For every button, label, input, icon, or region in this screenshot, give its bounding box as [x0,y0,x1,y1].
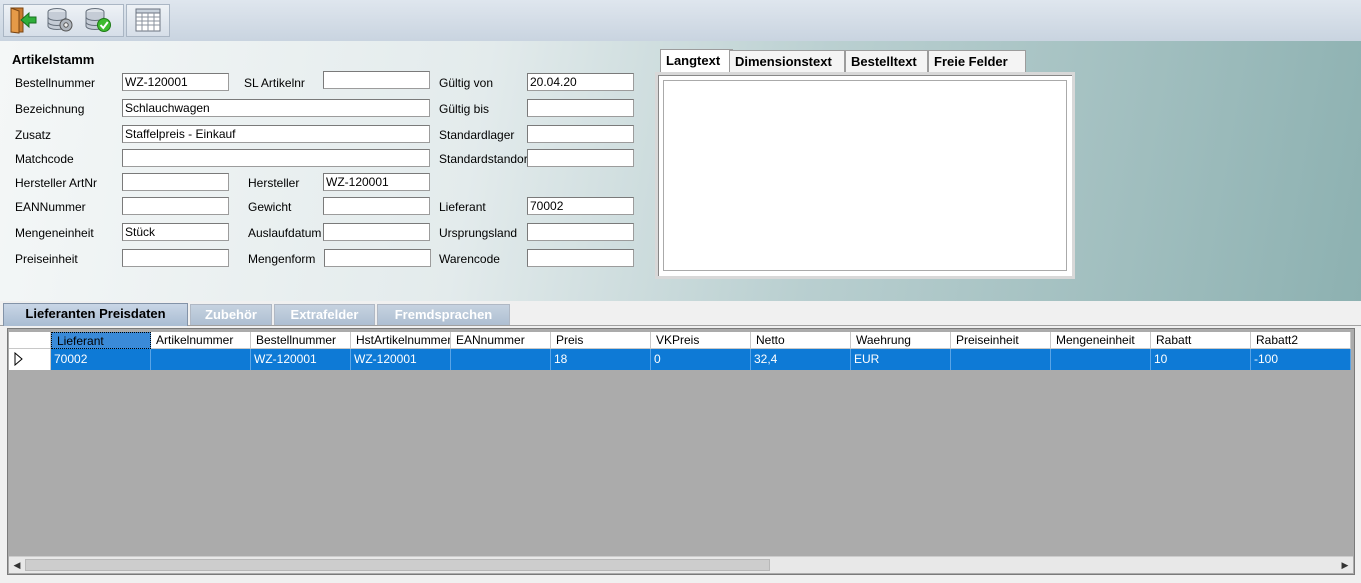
eannummer-field[interactable] [122,197,229,215]
column-header-rabatt2[interactable]: Rabatt2 [1251,332,1351,349]
auslaufdatum-field[interactable] [323,223,430,241]
hersteller-artnr-label: Hersteller ArtNr [15,176,98,190]
matchcode-label: Matchcode [15,152,74,166]
warencode-field[interactable] [527,249,634,267]
column-header-hstartikelnummer[interactable]: HstArtikelnummer [351,332,451,349]
cell-lieferant[interactable]: 70002 [51,349,151,370]
horizontal-scrollbar[interactable]: ◀ ▶ [9,556,1353,573]
bestellnummer-label: Bestellnummer [15,76,96,90]
sl-artikelnr-field[interactable] [323,71,430,89]
column-header-preiseinheit[interactable]: Preiseinheit [951,332,1051,349]
text-tab-panel: Langtext Dimensionstext Bestelltext Frei… [655,49,1075,279]
artikelstamm-panel: Artikelstamm Bestellnummer Bezeichnung Z… [0,41,1361,301]
scroll-left-icon[interactable]: ◀ [9,557,25,573]
cell-mengeneinheit[interactable] [1051,349,1151,370]
cell-preis[interactable]: 18 [551,349,651,370]
column-header-mengeneinheit[interactable]: Mengeneinheit [1051,332,1151,349]
langtext-textarea[interactable] [663,80,1067,271]
column-header-eannummer[interactable]: EANnummer [451,332,551,349]
hersteller-field[interactable]: WZ-120001 [323,173,430,191]
section-title: Artikelstamm [12,52,95,67]
column-header-netto[interactable]: Netto [751,332,851,349]
gueltig-von-field[interactable]: 20.04.20 [527,73,634,91]
mengenform-field[interactable] [324,249,431,267]
lieferant-label: Lieferant [439,200,486,214]
matchcode-field[interactable] [122,149,430,167]
hersteller-label: Hersteller [248,176,300,190]
ursprungsland-label: Ursprungsland [439,226,518,240]
standardlager-label: Standardlager [439,128,515,142]
bezeichnung-label: Bezeichnung [15,102,85,116]
mengeneinheit-field[interactable]: Stück [122,223,229,241]
column-header-waehrung[interactable]: Waehrung [851,332,951,349]
tab-freie-felder[interactable]: Freie Felder [928,50,1026,73]
row-pointer-icon [14,352,23,366]
gueltig-bis-label: Gültig bis [439,102,490,116]
tab-zubehoer[interactable]: Zubehör [190,304,272,325]
scroll-right-icon[interactable]: ▶ [1337,557,1353,573]
column-header-rabatt[interactable]: Rabatt [1151,332,1251,349]
sl-artikelnr-label: SL Artikelnr [244,76,305,90]
database-settings-icon [45,6,75,37]
cell-preiseinheit[interactable] [951,349,1051,370]
cell-vkpreis[interactable]: 0 [651,349,751,370]
zusatz-label: Zusatz [15,128,52,142]
standardstandort-field[interactable] [527,149,634,167]
price-data-grid: Lieferant Artikelnummer Bestellnummer Hs… [7,328,1355,575]
column-header-vkpreis[interactable]: VKPreis [651,332,751,349]
exit-door-icon [7,6,37,37]
auslaufdatum-label: Auslaufdatum [248,226,322,240]
ursprungsland-field[interactable] [527,223,634,241]
cell-rabatt[interactable]: 10 [1151,349,1251,370]
table-grid-icon [134,7,162,36]
zusatz-field[interactable]: Staffelpreis - Einkauf [122,125,430,143]
database-check-icon [83,6,113,37]
gewicht-field[interactable] [323,197,430,215]
tab-bestelltext[interactable]: Bestelltext [845,50,928,73]
bezeichnung-field[interactable]: Schlauchwagen [122,99,430,117]
database-settings-button[interactable] [44,7,76,35]
cell-netto[interactable]: 32,4 [751,349,851,370]
tab-fremdsprachen[interactable]: Fremdsprachen [377,304,510,325]
tab-dimensionstext[interactable]: Dimensionstext [729,50,845,73]
bestellnummer-field[interactable]: WZ-120001 [122,73,229,91]
table-view-button[interactable] [132,7,164,35]
grid-corner-header [9,332,51,349]
lower-tab-bar: Lieferanten Preisdaten Zubehör Extrafeld… [0,301,1361,326]
tab-langtext[interactable]: Langtext [660,49,733,74]
exit-button[interactable] [6,6,38,37]
standardlager-field[interactable] [527,125,634,143]
gueltig-von-label: Gültig von [439,76,494,90]
standardstandort-label: Standardstandort [439,152,532,166]
scrollbar-thumb[interactable] [25,559,770,571]
lieferant-field[interactable]: 70002 [527,197,634,215]
cell-bestellnummer[interactable]: WZ-120001 [251,349,351,370]
mengenform-label: Mengenform [248,252,316,266]
tab-extrafelder[interactable]: Extrafelder [274,304,375,325]
gueltig-bis-field[interactable] [527,99,634,117]
text-area-frame [655,72,1075,279]
column-header-artikelnummer[interactable]: Artikelnummer [151,332,251,349]
preiseinheit-label: Preiseinheit [15,252,78,266]
toolbar-group-view [126,4,170,37]
cell-rabatt2[interactable]: -100 [1251,349,1351,370]
row-selector[interactable] [9,349,51,370]
column-header-bestellnummer[interactable]: Bestellnummer [251,332,351,349]
warencode-label: Warencode [439,252,500,266]
tab-lieferanten-preisdaten[interactable]: Lieferanten Preisdaten [3,303,188,326]
cell-hstartikelnummer[interactable]: WZ-120001 [351,349,451,370]
column-header-preis[interactable]: Preis [551,332,651,349]
toolbar [0,0,1361,42]
cell-waehrung[interactable]: EUR [851,349,951,370]
gewicht-label: Gewicht [248,200,292,214]
column-header-lieferant[interactable]: Lieferant [51,332,151,349]
preiseinheit-field[interactable] [122,249,229,267]
eannummer-label: EANNummer [15,200,86,214]
database-check-button[interactable] [82,7,114,35]
hersteller-artnr-field[interactable] [122,173,229,191]
cell-artikelnummer[interactable] [151,349,251,370]
cell-eannummer[interactable] [451,349,551,370]
toolbar-group-actions [3,4,124,37]
mengeneinheit-label: Mengeneinheit [15,226,94,240]
